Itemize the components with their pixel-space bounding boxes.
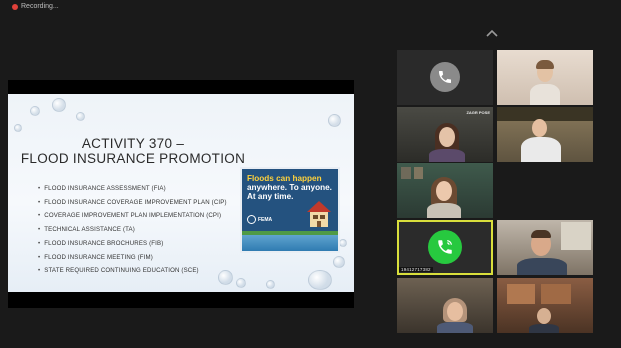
- record-dot-icon: [12, 3, 18, 10]
- droplet-decoration: [308, 270, 332, 290]
- fema-seal-icon: [247, 215, 256, 224]
- participant-tile[interactable]: [497, 278, 593, 333]
- background-window: [561, 222, 591, 250]
- bullet-item: TECHNICAL ASSISTANCE (TA): [38, 223, 227, 237]
- recording-indicator[interactable]: Recording...: [12, 2, 59, 11]
- shared-screen[interactable]: ACTIVITY 370 – FLOOD INSURANCE PROMOTION…: [8, 80, 354, 308]
- participant-name: 19412717382: [399, 267, 433, 272]
- bullet-item: FLOOD INSURANCE ASSESSMENT (FIA): [38, 182, 227, 196]
- slide-title-line2: FLOOD INSURANCE PROMOTION: [20, 151, 246, 166]
- participant-tile-active-speaker[interactable]: 19412717382: [397, 220, 493, 275]
- presentation-slide: ACTIVITY 370 – FLOOD INSURANCE PROMOTION…: [8, 94, 354, 292]
- droplet-decoration: [236, 278, 246, 288]
- participant-head: [532, 119, 547, 137]
- bullet-item: STATE REQUIRED CONTINUING EDUCATION (SCE…: [38, 264, 227, 278]
- poster-water: [242, 235, 338, 251]
- background-sign: ZAGR POSE: [466, 110, 490, 115]
- droplet-decoration: [14, 124, 22, 132]
- background-shelf: [497, 107, 593, 121]
- droplet-decoration: [333, 256, 345, 268]
- bullet-item: FLOOD INSURANCE COVERAGE IMPROVEMENT PLA…: [38, 196, 227, 210]
- background-cabinet: [541, 284, 571, 304]
- droplet-decoration: [328, 114, 341, 127]
- participant-hair: [531, 230, 551, 238]
- slide-title: ACTIVITY 370 – FLOOD INSURANCE PROMOTION: [8, 136, 258, 166]
- participant-tile[interactable]: [497, 220, 593, 275]
- droplet-decoration: [30, 106, 40, 116]
- participant-head: [537, 308, 551, 324]
- participant-tile[interactable]: [397, 278, 493, 333]
- top-bar: Recording...: [0, 0, 621, 14]
- participant-body: [530, 84, 560, 105]
- participant-head: [436, 181, 452, 201]
- poster-org: FEMA: [258, 216, 273, 223]
- bullet-item: FLOOD INSURANCE BROCHURES (FIB): [38, 237, 227, 251]
- phone-ringing-icon: [438, 240, 452, 254]
- slide-bullet-list: FLOOD INSURANCE ASSESSMENT (FIA) FLOOD I…: [38, 182, 227, 278]
- droplet-decoration: [266, 280, 275, 289]
- poster-line1: Floods can happen: [247, 174, 322, 183]
- participant-head: [439, 127, 455, 147]
- droplet-decoration: [339, 239, 347, 247]
- poster-headline: Floods can happen anywhere. To anyone. A…: [247, 174, 333, 202]
- participant-hair: [536, 60, 554, 69]
- participant-head: [447, 302, 463, 321]
- participant-tile[interactable]: [497, 107, 593, 162]
- bullet-item: COVERAGE IMPROVEMENT PLAN IMPLEMENTATION…: [38, 209, 227, 223]
- participant-body: [517, 258, 567, 275]
- droplet-decoration: [52, 98, 66, 112]
- participant-body: [427, 203, 461, 218]
- phone-circle: [430, 62, 460, 92]
- phone-icon: [439, 71, 451, 83]
- participant-tile[interactable]: ZAGR POSE: [397, 107, 493, 162]
- bullet-item: FLOOD INSURANCE MEETING (FIM): [38, 251, 227, 265]
- chevron-up-icon[interactable]: [485, 28, 499, 38]
- participant-body: [437, 322, 473, 333]
- recording-label: Recording...: [21, 3, 59, 10]
- participant-tile-phone[interactable]: [397, 50, 493, 105]
- phone-circle-active: [428, 230, 462, 264]
- participant-tile[interactable]: [497, 50, 593, 105]
- participant-body: [429, 149, 465, 162]
- house-icon: [307, 201, 331, 227]
- background-cabinet: [507, 284, 535, 304]
- droplet-decoration: [76, 112, 85, 121]
- participant-tile[interactable]: [397, 163, 493, 218]
- flood-poster: Floods can happen anywhere. To anyone. A…: [240, 167, 340, 253]
- background-frame: [414, 167, 423, 179]
- poster-logo: FEMA: [247, 215, 272, 224]
- participant-body: [529, 324, 559, 333]
- background-frame: [401, 167, 411, 179]
- slide-title-line1: ACTIVITY 370 –: [81, 136, 185, 151]
- participant-body: [521, 137, 561, 162]
- poster-line2: anywhere. To anyone.: [247, 183, 332, 193]
